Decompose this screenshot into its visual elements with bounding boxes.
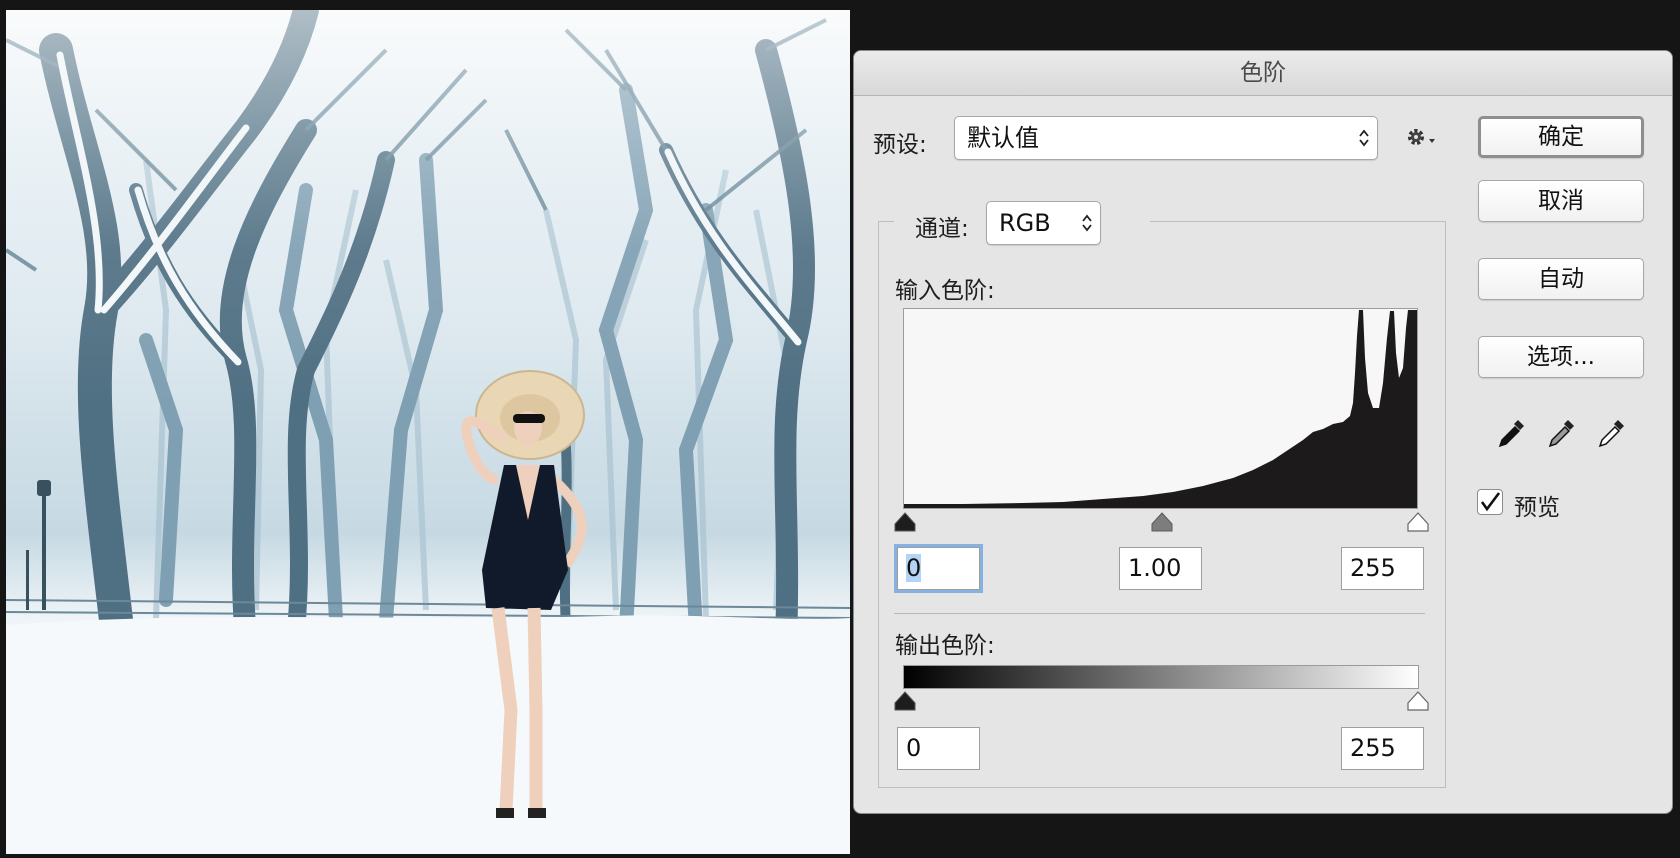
output-levels-label: 输出色阶: — [895, 633, 995, 659]
input-gamma-field[interactable]: 1.00 — [1119, 547, 1202, 590]
preview-label: 预览 — [1514, 495, 1560, 521]
input-white-value: 255 — [1350, 554, 1396, 582]
channel-value: RGB — [999, 209, 1051, 237]
input-black-field[interactable]: 0 — [897, 547, 980, 590]
white-eyedropper-icon[interactable] — [1594, 416, 1628, 450]
options-button[interactable]: 选项... — [1478, 336, 1644, 378]
dialog-title: 色阶 — [854, 51, 1672, 96]
channel-dropdown[interactable]: RGB — [986, 201, 1101, 245]
gear-icon[interactable] — [1404, 125, 1438, 151]
output-white-value: 255 — [1350, 734, 1396, 762]
gray-eyedropper-icon[interactable] — [1544, 416, 1578, 450]
output-white-slider[interactable] — [1407, 691, 1429, 711]
input-black-slider[interactable] — [894, 512, 916, 532]
input-gamma-slider[interactable] — [1151, 512, 1173, 532]
levels-dialog: 色阶 预设: 默认值 通道: RGB 输入色阶: 0 1.00 255 输出色阶… — [854, 51, 1672, 813]
chevron-updown-icon — [1082, 214, 1092, 232]
output-black-slider[interactable] — [894, 691, 916, 711]
input-levels-label: 输入色阶: — [895, 278, 995, 304]
preview-checkbox[interactable] — [1477, 489, 1503, 515]
ok-button[interactable]: 确定 — [1478, 116, 1644, 158]
chevron-updown-icon — [1359, 129, 1369, 147]
input-white-slider[interactable] — [1407, 512, 1429, 532]
separator — [894, 613, 1425, 614]
output-white-field[interactable]: 255 — [1341, 727, 1424, 770]
preset-dropdown[interactable]: 默认值 — [954, 116, 1378, 160]
output-black-field[interactable]: 0 — [897, 727, 980, 770]
channel-label: 通道: — [915, 216, 969, 242]
preset-value: 默认值 — [967, 124, 1039, 152]
black-eyedropper-icon[interactable] — [1494, 416, 1528, 450]
output-black-value: 0 — [906, 734, 922, 762]
auto-button[interactable]: 自动 — [1478, 258, 1644, 300]
output-gradient-bar — [903, 665, 1419, 689]
preset-label: 预设: — [873, 132, 927, 158]
input-black-value: 0 — [906, 554, 922, 582]
input-white-field[interactable]: 255 — [1341, 547, 1424, 590]
snow-scene-photo — [6, 10, 850, 854]
histogram — [903, 308, 1418, 509]
checkmark-icon — [1480, 492, 1501, 512]
cancel-button[interactable]: 取消 — [1478, 180, 1644, 222]
input-gamma-value: 1.00 — [1128, 554, 1182, 582]
